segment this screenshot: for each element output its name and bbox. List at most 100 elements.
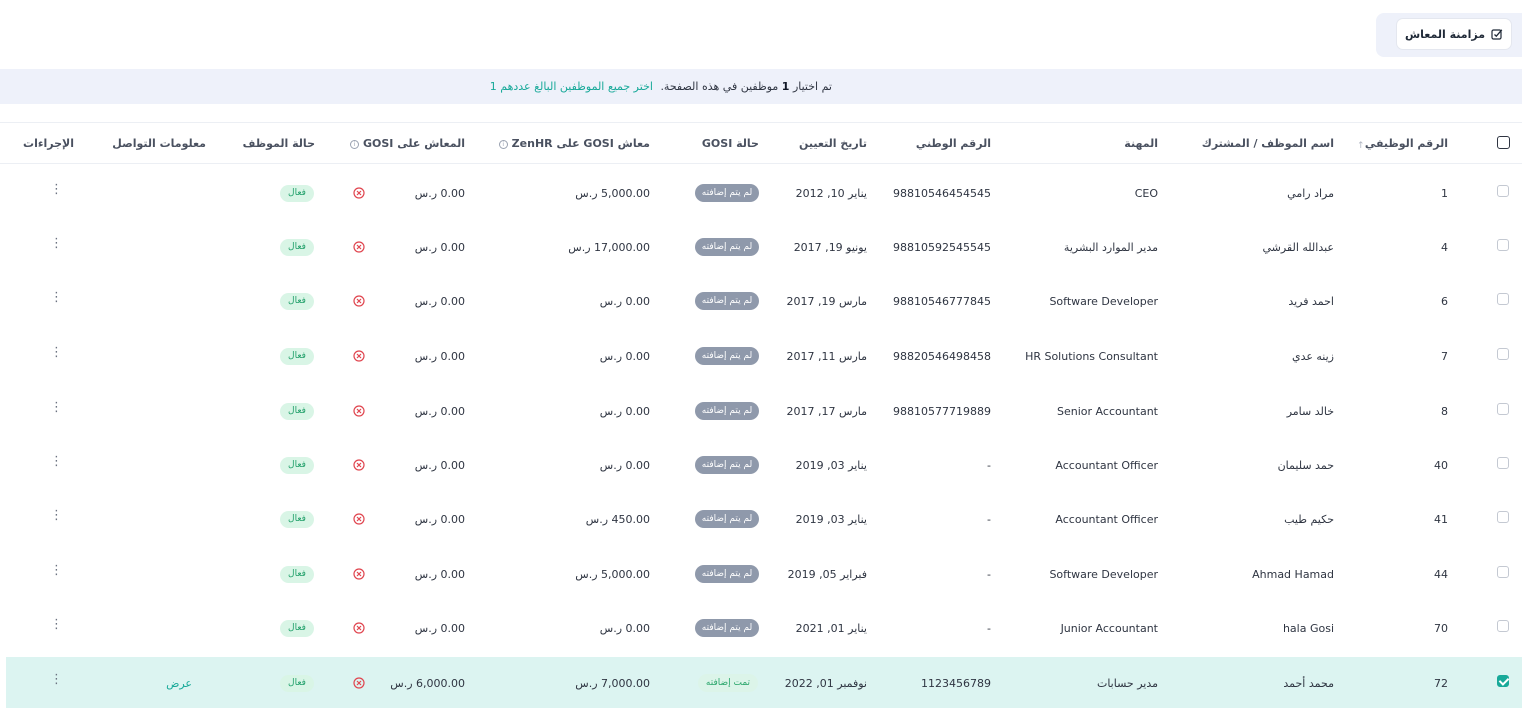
- error-circle-icon: [353, 513, 365, 525]
- error-circle-icon: [353, 241, 365, 253]
- sort-arrow-icon[interactable]: ↑: [1357, 141, 1365, 151]
- profession: Senior Accountant: [1057, 405, 1158, 418]
- error-circle-icon: [353, 459, 365, 471]
- more-actions-icon[interactable]: ⋮: [50, 455, 63, 471]
- more-actions-icon[interactable]: ⋮: [50, 346, 63, 362]
- column-zenhr-salary[interactable]: معاش GOSI على ZenHRi: [498, 137, 650, 150]
- row-checkbox[interactable]: [1497, 239, 1509, 251]
- more-actions-icon[interactable]: ⋮: [50, 618, 63, 634]
- more-actions-icon[interactable]: ⋮: [50, 291, 63, 307]
- row-checkbox[interactable]: [1497, 403, 1509, 415]
- table-row[interactable]: 6 احمد فريد Software Developer 988105467…: [0, 275, 1522, 329]
- column-gosi-status[interactable]: حالة GOSI: [702, 137, 759, 150]
- more-actions-icon[interactable]: ⋮: [50, 509, 63, 525]
- gosi-salary: 0.00 ر.س: [414, 350, 465, 363]
- table-row[interactable]: 1 مراد رامي CEO 98810546454545 يناير 10,…: [0, 167, 1522, 221]
- column-hire-date[interactable]: تاريخ التعيين: [799, 137, 867, 150]
- column-employee-name[interactable]: اسم الموظف / المشترك: [1202, 137, 1334, 150]
- profession: Software Developer: [1049, 295, 1158, 308]
- selection-message: تم اختيار 1 موظفين في هذه الصفحة. اختر ج…: [490, 80, 832, 93]
- gosi-salary: 0.00 ر.س: [414, 405, 465, 418]
- employee-name[interactable]: خالد سامر: [1287, 405, 1334, 418]
- gosi-status-badge: لم يتم إضافته: [695, 292, 759, 310]
- national-id: 98810546777845: [893, 295, 991, 308]
- employee-id: 8: [1441, 405, 1448, 418]
- gosi-status-badge: لم يتم إضافته: [695, 402, 759, 420]
- national-id: -: [987, 459, 991, 472]
- zenhr-salary: 450.00 ر.س: [585, 513, 650, 526]
- zenhr-salary: 0.00 ر.س: [599, 405, 650, 418]
- more-actions-icon[interactable]: ⋮: [50, 673, 63, 689]
- gosi-salary: 0.00 ر.س: [414, 622, 465, 635]
- column-gosi-salary[interactable]: المعاش على GOSI i: [350, 137, 465, 150]
- more-actions-icon[interactable]: ⋮: [50, 183, 63, 199]
- info-icon[interactable]: i: [498, 139, 508, 149]
- select-all-checkbox[interactable]: [1497, 136, 1510, 149]
- column-contact-info[interactable]: معلومات التواصل: [112, 137, 206, 150]
- column-employee-id[interactable]: الرقم الوظيفي: [1365, 137, 1448, 150]
- more-actions-icon[interactable]: ⋮: [50, 401, 63, 417]
- employee-name[interactable]: احمد فريد: [1288, 295, 1334, 308]
- view-contact-link[interactable]: عرض: [166, 677, 192, 690]
- row-checkbox[interactable]: [1497, 457, 1509, 469]
- row-checkbox[interactable]: [1497, 348, 1509, 360]
- employee-status-badge: فعال: [280, 185, 314, 202]
- employee-id: 41: [1434, 513, 1448, 526]
- employee-name[interactable]: Ahmad Hamad: [1252, 568, 1334, 581]
- employee-status-badge: فعال: [280, 348, 314, 365]
- employee-id: 70: [1434, 622, 1448, 635]
- column-national-id[interactable]: الرقم الوطني: [916, 137, 991, 150]
- hire-date: مارس 19, 2017: [786, 295, 867, 308]
- national-id: 1123456789: [921, 677, 991, 690]
- employee-name[interactable]: hala Gosi: [1283, 622, 1334, 635]
- row-checkbox[interactable]: [1497, 511, 1509, 523]
- national-id: 98820546498458: [893, 350, 991, 363]
- employee-name[interactable]: عبدالله القرشي: [1262, 241, 1334, 254]
- more-actions-icon[interactable]: ⋮: [50, 237, 63, 253]
- column-zenhr-salary-label: معاش GOSI على ZenHR: [511, 137, 650, 150]
- national-id: 98810546454545: [893, 187, 991, 200]
- column-profession[interactable]: المهنة: [1124, 137, 1158, 150]
- gosi-status-badge: لم يتم إضافته: [695, 347, 759, 365]
- table-header: الرقم الوظيفي ↑ اسم الموظف / المشترك الم…: [0, 122, 1522, 164]
- row-checkbox[interactable]: [1497, 185, 1509, 197]
- hire-date: مارس 17, 2017: [786, 405, 867, 418]
- select-all-link[interactable]: اختر جميع الموظفين البالغ عددهم 1: [490, 80, 653, 93]
- selection-suffix: موظفين في هذه الصفحة.: [660, 80, 779, 93]
- employee-name[interactable]: مراد رامي: [1287, 187, 1334, 200]
- hire-date: يناير 03, 2019: [795, 459, 867, 472]
- employee-name[interactable]: حمد سليمان: [1278, 459, 1334, 472]
- column-employee-status[interactable]: حالة الموظف: [243, 137, 315, 150]
- zenhr-salary: 17,000.00 ر.س: [568, 241, 650, 254]
- employee-name[interactable]: محمد أحمد: [1283, 677, 1334, 690]
- table-row[interactable]: 7 زينه عدي HR Solutions Consultant 98820…: [0, 330, 1522, 384]
- employee-status-badge: فعال: [280, 457, 314, 474]
- table-row[interactable]: 40 حمد سليمان Accountant Officer - يناير…: [0, 439, 1522, 493]
- sync-pension-button[interactable]: مزامنة المعاش: [1396, 18, 1512, 50]
- row-checkbox[interactable]: [1497, 566, 1509, 578]
- row-checkbox[interactable]: [1497, 620, 1509, 632]
- profession: Accountant Officer: [1055, 513, 1158, 526]
- gosi-salary: 0.00 ر.س: [414, 568, 465, 581]
- table-row[interactable]: 41 حكيم طيب Accountant Officer - يناير 0…: [0, 493, 1522, 547]
- gosi-status-badge: لم يتم إضافته: [695, 565, 759, 583]
- row-checkbox[interactable]: [1497, 293, 1509, 305]
- gosi-salary: 0.00 ر.س: [414, 241, 465, 254]
- employee-status-badge: فعال: [280, 239, 314, 256]
- gosi-salary: 0.00 ر.س: [414, 459, 465, 472]
- profession: مدير الموارد البشرية: [1063, 241, 1158, 254]
- info-icon[interactable]: i: [350, 139, 359, 149]
- employee-name[interactable]: حكيم طيب: [1284, 513, 1334, 526]
- profession: HR Solutions Consultant: [1025, 350, 1158, 363]
- table-row[interactable]: 72 محمد أحمد مدير حسابات 1123456789 نوفم…: [6, 657, 1522, 708]
- table-row[interactable]: 44 Ahmad Hamad Software Developer - فبرا…: [0, 548, 1522, 602]
- employee-id: 4: [1441, 241, 1448, 254]
- more-actions-icon[interactable]: ⋮: [50, 564, 63, 580]
- row-checkbox[interactable]: [1497, 675, 1509, 687]
- table-row[interactable]: 70 hala Gosi Junior Accountant - يناير 0…: [0, 602, 1522, 656]
- table-row[interactable]: 8 خالد سامر Senior Accountant 9881057771…: [0, 385, 1522, 439]
- selection-count: 1: [781, 80, 790, 93]
- table-row[interactable]: 4 عبدالله القرشي مدير الموارد البشرية 98…: [0, 221, 1522, 275]
- employee-name[interactable]: زينه عدي: [1292, 350, 1334, 363]
- national-id: 98810577719889: [893, 405, 991, 418]
